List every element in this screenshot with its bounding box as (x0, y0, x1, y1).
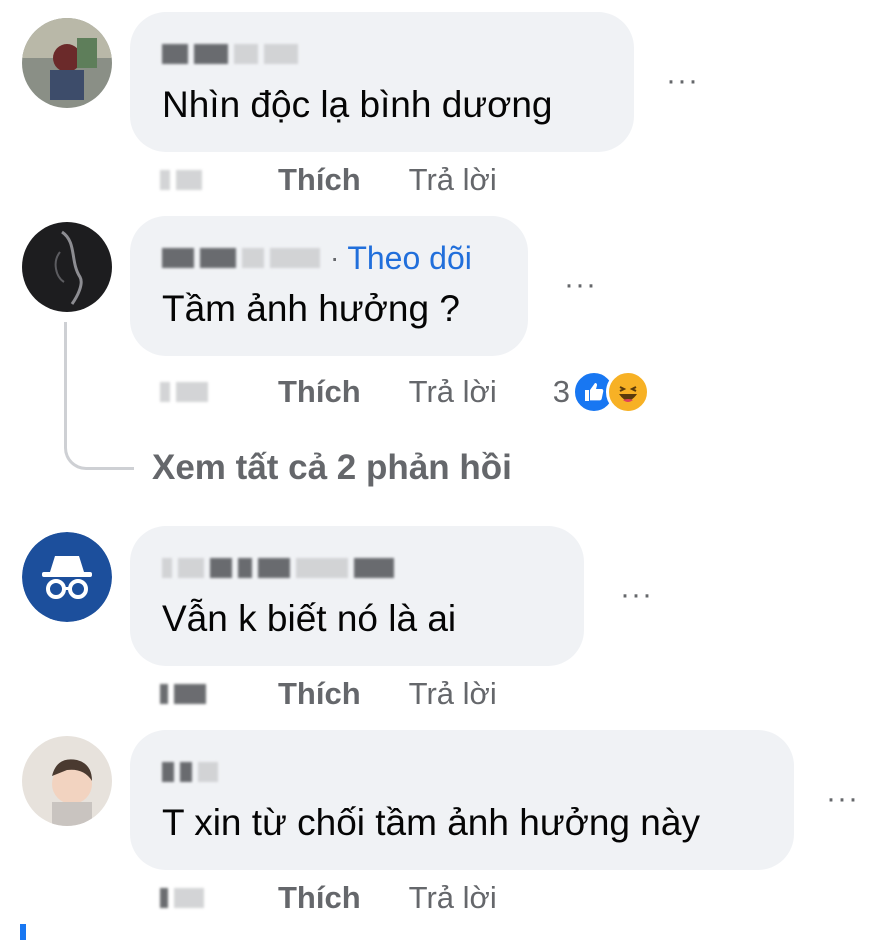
avatar[interactable] (22, 736, 112, 826)
comment-text: Nhìn độc lạ bình dương (162, 84, 553, 125)
comment-text: Vẫn k biết nó là ai (162, 598, 457, 639)
reply-button[interactable]: Trả lời (409, 374, 497, 410)
reply-button[interactable]: Trả lời (409, 676, 497, 712)
avatar[interactable] (22, 18, 112, 108)
like-button[interactable]: Thích (278, 880, 361, 916)
comment-bubble: T xin từ chối tầm ảnh hưởng này (130, 730, 794, 870)
comment-actions: Thích Trả lời (160, 876, 497, 920)
reaction-count: 3 (552, 374, 570, 409)
comment-actions: Thích Trả lời 3 (160, 370, 650, 414)
haha-icon (606, 370, 650, 414)
author-name-redacted[interactable] (162, 548, 400, 588)
timestamp-redacted[interactable] (160, 883, 242, 913)
view-replies-link[interactable]: Xem tất cả 2 phản hồi (152, 448, 512, 488)
like-button[interactable]: Thích (278, 676, 361, 712)
anonymous-avatar-icon[interactable] (22, 532, 112, 622)
more-options-icon[interactable]: ··· (826, 784, 859, 814)
author-header: · Theo dõi (162, 238, 472, 278)
comment-text: Tầm ảnh hưởng ? (162, 288, 460, 329)
timestamp-redacted[interactable] (160, 165, 242, 195)
comment-text: T xin từ chối tầm ảnh hưởng này (162, 802, 700, 843)
reply-button[interactable]: Trả lời (409, 880, 497, 916)
follow-button[interactable]: Theo dõi (347, 240, 472, 277)
like-button[interactable]: Thích (278, 162, 361, 198)
reaction-summary[interactable]: 3 (553, 370, 650, 414)
timestamp-redacted[interactable] (160, 679, 242, 709)
comment-actions: Thích Trả lời (160, 158, 497, 202)
author-name-redacted[interactable] (162, 34, 304, 74)
focus-indicator (20, 924, 26, 940)
more-options-icon[interactable]: ··· (666, 66, 699, 96)
comment-bubble: Nhìn độc lạ bình dương (130, 12, 634, 152)
avatar[interactable] (22, 222, 112, 312)
reply-button[interactable]: Trả lời (409, 162, 497, 198)
more-options-icon[interactable]: ··· (620, 580, 653, 610)
like-button[interactable]: Thích (278, 374, 361, 410)
separator: · (330, 242, 340, 273)
more-options-icon[interactable]: ··· (564, 270, 597, 300)
thread-connector-line (64, 322, 134, 470)
timestamp-redacted[interactable] (160, 377, 242, 407)
author-name-redacted[interactable] (162, 752, 224, 792)
comment-bubble: Vẫn k biết nó là ai (130, 526, 584, 666)
comment-actions: Thích Trả lời (160, 672, 497, 716)
comment-bubble: · Theo dõi Tầm ảnh hưởng ? (130, 216, 528, 356)
